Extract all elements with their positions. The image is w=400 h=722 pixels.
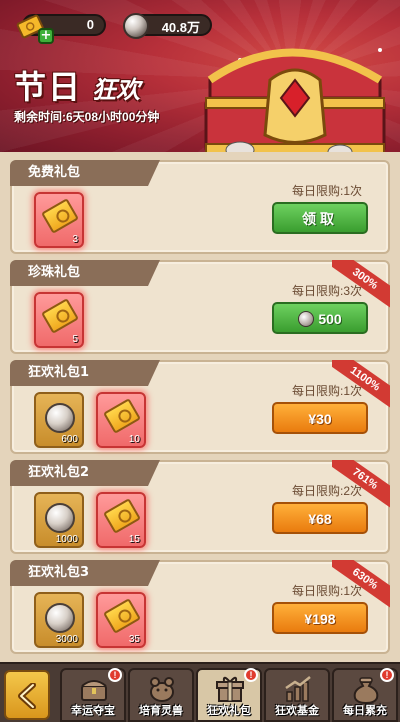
item-quantity: 10 bbox=[128, 434, 140, 445]
ticket-resource-bar[interactable]: + 0 bbox=[16, 14, 106, 44]
page-subtitle: 狂欢 bbox=[92, 76, 140, 104]
pack-card-pearl: 珍珠礼包 300% 每日限购:3次 5 500 bbox=[10, 260, 390, 354]
pack-list[interactable]: 免费礼包 每日限购:1次 3 领取 珍珠礼包 300% 每日限购:3次 5 50… bbox=[0, 152, 400, 662]
ticket-icon bbox=[41, 298, 79, 334]
pearl-icon bbox=[298, 311, 315, 327]
reward-item-ticket[interactable]: 15 bbox=[96, 492, 146, 548]
reward-item-ticket[interactable]: 5 bbox=[34, 292, 84, 348]
pack-name: 狂欢礼包2 bbox=[10, 460, 160, 486]
add-tickets-icon[interactable]: + bbox=[38, 28, 54, 44]
purchase-limit: 每日限购:1次 bbox=[291, 584, 362, 598]
tab-label: 幸运夺宝 bbox=[71, 704, 115, 717]
buy-button[interactable]: ¥30 bbox=[272, 402, 368, 434]
notification-badge: ! bbox=[108, 668, 122, 682]
pearl-price: 500 bbox=[318, 311, 342, 327]
item-quantity: 3000 bbox=[55, 634, 78, 645]
item-quantity: 600 bbox=[61, 434, 78, 445]
item-quantity: 35 bbox=[128, 634, 140, 645]
ticket-count: 0 bbox=[86, 17, 94, 32]
festival-banner: + 0 40.8万 节日 狂欢 剩余时间:6天08小时00分钟 bbox=[0, 0, 400, 152]
tab-label: 狂欢礼包 bbox=[207, 704, 251, 717]
tab-daily-recharge[interactable]: 每日累充 ! bbox=[332, 668, 398, 722]
treasure-chest-icon bbox=[81, 680, 107, 701]
tab-carnival-fund[interactable]: 狂欢基金 bbox=[264, 668, 330, 722]
ticket-icon bbox=[41, 198, 79, 234]
purchase-limit: 每日限购:1次 bbox=[291, 184, 362, 198]
tab-carnival-pack[interactable]: 狂欢礼包 ! bbox=[196, 668, 262, 722]
pearl-icon bbox=[45, 403, 75, 433]
reward-item-ticket[interactable]: 10 bbox=[96, 392, 146, 448]
pack-card-carnival-3: 狂欢礼包3 630% 每日限购:1次 3000 35 ¥198 bbox=[10, 560, 390, 654]
money-bag-icon bbox=[353, 677, 379, 704]
tab-raise-beast[interactable]: 培育灵兽 bbox=[128, 668, 194, 722]
buy-button[interactable]: ¥68 bbox=[272, 502, 368, 534]
treasure-chest-illustration bbox=[204, 48, 386, 152]
reward-item-ticket[interactable]: 35 bbox=[96, 592, 146, 648]
ticket-icon bbox=[103, 398, 141, 434]
pack-name: 狂欢礼包3 bbox=[10, 560, 160, 586]
bottom-nav: 幸运夺宝 ! 培育灵兽 狂欢礼包 ! 狂欢基金 每日累充 ! bbox=[0, 662, 400, 722]
pearl-icon bbox=[45, 503, 75, 533]
buy-button[interactable]: ¥198 bbox=[272, 602, 368, 634]
reward-item-pearl[interactable]: 1000 bbox=[34, 492, 84, 548]
pack-card-carnival-1: 狂欢礼包1 1100% 每日限购:1次 600 10 ¥30 bbox=[10, 360, 390, 454]
ticket-icon bbox=[103, 498, 141, 534]
notification-badge: ! bbox=[244, 668, 258, 682]
pack-card-free: 免费礼包 每日限购:1次 3 领取 bbox=[10, 160, 390, 254]
purchase-limit: 每日限购:1次 bbox=[291, 384, 362, 398]
pack-name: 免费礼包 bbox=[10, 160, 160, 186]
reward-item-pearl[interactable]: 600 bbox=[34, 392, 84, 448]
reward-item-pearl[interactable]: 3000 bbox=[34, 592, 84, 648]
growth-chart-icon bbox=[285, 676, 311, 702]
tab-label: 培育灵兽 bbox=[139, 704, 183, 717]
tab-lucky-treasure[interactable]: 幸运夺宝 ! bbox=[60, 668, 126, 722]
item-quantity: 1000 bbox=[55, 534, 78, 545]
page-title: 节日 bbox=[14, 68, 83, 106]
pack-card-carnival-2: 狂欢礼包2 761% 每日限购:2次 1000 15 ¥68 bbox=[10, 460, 390, 554]
beast-icon bbox=[150, 677, 174, 702]
tab-label: 每日累充 bbox=[343, 704, 387, 717]
pack-name: 珍珠礼包 bbox=[10, 260, 160, 286]
purchase-limit: 每日限购:2次 bbox=[291, 484, 362, 498]
purchase-limit: 每日限购:3次 bbox=[291, 284, 362, 298]
pearl-icon bbox=[45, 603, 75, 633]
reward-item-ticket[interactable]: 3 bbox=[34, 192, 84, 248]
notification-badge: ! bbox=[380, 668, 394, 682]
gift-icon bbox=[216, 676, 244, 702]
remaining-time: 剩余时间:6天08小时00分钟 bbox=[14, 110, 160, 124]
item-quantity: 5 bbox=[72, 334, 78, 345]
back-button[interactable] bbox=[4, 670, 50, 720]
buy-with-pearls-button[interactable]: 500 bbox=[272, 302, 368, 334]
tab-label: 狂欢基金 bbox=[275, 704, 319, 717]
claim-button[interactable]: 领取 bbox=[272, 202, 368, 234]
pack-name: 狂欢礼包1 bbox=[10, 360, 160, 386]
item-quantity: 15 bbox=[128, 534, 140, 545]
ticket-icon bbox=[103, 598, 141, 634]
pearl-icon bbox=[123, 13, 149, 39]
back-arrow-icon bbox=[18, 683, 36, 709]
item-quantity: 3 bbox=[72, 234, 78, 245]
